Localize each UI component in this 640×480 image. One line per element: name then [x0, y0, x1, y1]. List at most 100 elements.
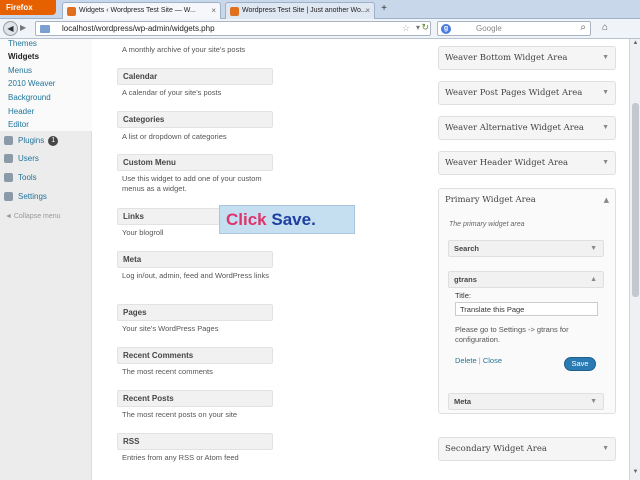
widget-description: Log in/out, admin, feed and WordPress li…	[122, 271, 270, 280]
title-label: Title:	[455, 291, 471, 300]
submenu-editor[interactable]: Editor	[8, 120, 29, 129]
sidebar-item-plugins[interactable]: Plugins 1	[0, 132, 92, 150]
toggle-arrow-icon[interactable]: ▼	[602, 438, 609, 460]
toggle-arrow-icon[interactable]: ▼	[602, 47, 609, 69]
sidebar-item-settings[interactable]: Settings	[0, 188, 92, 206]
widget-recent-posts[interactable]: Recent Posts	[117, 390, 273, 407]
submenu-themes[interactable]: Themes	[8, 39, 37, 48]
search-icon[interactable]: ⌕	[580, 22, 586, 33]
close-icon[interactable]: ×	[365, 3, 370, 19]
admin-sidebar: Themes Widgets Menus 2010 Weaver Backgro…	[0, 39, 92, 480]
widget-description: The most recent posts on your site	[122, 410, 238, 419]
scroll-down-icon[interactable]: ▼	[631, 469, 640, 479]
firefox-menu-button[interactable]: Firefox	[0, 0, 56, 15]
submenu-weaver[interactable]: 2010 Weaver	[8, 79, 55, 88]
widget-gtrans[interactable]: gtrans ▲	[448, 271, 604, 288]
widget-title: Meta	[454, 397, 472, 406]
toggle-arrow-icon[interactable]: ▼	[590, 394, 597, 410]
widget-meta-placed[interactable]: Meta ▼	[448, 393, 604, 410]
bookmark-star-icon[interactable]: ☆	[402, 23, 410, 34]
sidebar-item-tools[interactable]: Tools	[0, 169, 92, 187]
toggle-arrow-icon[interactable]: ▼	[602, 117, 609, 139]
widget-description: Your site's WordPress Pages	[122, 324, 219, 333]
page-scrollbar[interactable]: ▲ ▼	[629, 39, 640, 480]
wordpress-icon	[67, 7, 76, 16]
submenu-widgets[interactable]: Widgets	[8, 52, 39, 61]
sidebar-item-label: Settings	[18, 192, 47, 201]
close-link[interactable]: Close	[483, 356, 502, 365]
submenu-menus[interactable]: Menus	[8, 66, 32, 75]
update-count-badge: 1	[48, 136, 59, 146]
toggle-arrow-icon[interactable]: ▼	[602, 82, 609, 104]
tab-title: Widgets ‹ Wordpress Test Site — W...	[79, 7, 196, 14]
sidebar-item-label: Tools	[18, 173, 37, 182]
search-bar[interactable]: g Google ⌕	[437, 21, 591, 36]
close-icon[interactable]: ×	[211, 3, 216, 19]
scrollbar-thumb[interactable]	[632, 103, 639, 297]
site-identity-icon[interactable]	[40, 25, 50, 33]
reload-icon[interactable]: ↻	[421, 22, 429, 33]
url-bar[interactable]: localhost/wordpress/wp-admin/widgets.php…	[35, 21, 431, 36]
widget-description: Use this widget to add one of your custo…	[122, 174, 262, 193]
google-icon[interactable]: g	[441, 24, 451, 34]
available-widgets: A monthly archive of your site's posts C…	[117, 39, 275, 480]
tab-bar: Firefox Widgets ‹ Wordpress Test Site — …	[0, 0, 640, 19]
widget-area-title: Secondary Widget Area	[445, 444, 547, 454]
toggle-arrow-icon[interactable]: ▲	[590, 272, 597, 288]
widget-description: Entries from any RSS or Atom feed	[122, 453, 239, 462]
widget-meta[interactable]: Meta	[117, 251, 273, 268]
widget-search[interactable]: Search ▼	[448, 240, 604, 257]
widget-area-secondary[interactable]: Secondary Widget Area ▼	[438, 437, 616, 461]
plugin-icon	[4, 136, 13, 145]
widget-area-weaver-header[interactable]: Weaver Header Widget Area ▼	[438, 151, 616, 175]
sidebar-item-users[interactable]: Users	[0, 150, 92, 168]
widget-custom-menu[interactable]: Custom Menu	[117, 154, 273, 171]
search-placeholder: Google	[476, 24, 502, 33]
forward-icon[interactable]: ▶	[20, 23, 31, 34]
widget-area-title: Weaver Header Widget Area	[445, 158, 569, 168]
scroll-up-icon[interactable]: ▲	[631, 40, 640, 50]
tab-site[interactable]: Wordpress Test Site | Just another Wo...…	[225, 2, 375, 19]
url-text[interactable]: localhost/wordpress/wp-admin/widgets.php	[62, 24, 215, 33]
submenu-background[interactable]: Background	[8, 93, 51, 102]
wordpress-icon	[230, 7, 239, 16]
link-separator: |	[478, 356, 481, 365]
primary-title: Primary Widget Area	[445, 195, 536, 205]
widget-areas: Weaver Bottom Widget Area ▼ Weaver Post …	[438, 39, 616, 480]
widget-rss[interactable]: RSS	[117, 433, 273, 450]
config-note: Please go to Settings -> gtrans for conf…	[455, 325, 569, 344]
widget-area-weaver-post-pages[interactable]: Weaver Post Pages Widget Area ▼	[438, 81, 616, 105]
widget-recent-comments[interactable]: Recent Comments	[117, 347, 273, 364]
toggle-arrow-icon[interactable]: ▲	[604, 189, 609, 211]
home-icon[interactable]: ⌂	[598, 22, 612, 35]
sidebar-item-label: Users	[18, 154, 39, 163]
widget-calendar[interactable]: Calendar	[117, 68, 273, 85]
callout-word-save: Save.	[271, 210, 316, 229]
widget-description: A calendar of your site's posts	[122, 88, 222, 97]
widget-title: gtrans	[454, 275, 477, 284]
widget-title: Search	[454, 244, 480, 253]
widget-area-description: The primary widget area	[449, 221, 525, 228]
widget-area-weaver-alternative[interactable]: Weaver Alternative Widget Area ▼	[438, 116, 616, 140]
toggle-arrow-icon[interactable]: ▼	[590, 241, 597, 257]
appearance-submenu: Themes Widgets Menus 2010 Weaver Backgro…	[0, 39, 92, 131]
delete-link[interactable]: Delete	[455, 356, 477, 365]
title-input[interactable]	[455, 302, 598, 316]
history-dropdown-icon[interactable]: ▾	[416, 23, 420, 32]
widget-area-weaver-bottom[interactable]: Weaver Bottom Widget Area ▼	[438, 46, 616, 70]
widget-control-links: Delete | Close	[455, 356, 502, 365]
widget-pages[interactable]: Pages	[117, 304, 273, 321]
widget-area-title: Weaver Bottom Widget Area	[445, 53, 568, 63]
new-tab-button[interactable]: +	[377, 2, 391, 17]
save-button[interactable]: Save	[564, 357, 596, 371]
back-icon[interactable]: ◀	[3, 21, 18, 36]
collapse-menu-button[interactable]: ◄ Collapse menu	[5, 213, 61, 220]
toggle-arrow-icon[interactable]: ▼	[602, 152, 609, 174]
instruction-callout: Click Save.	[219, 205, 355, 234]
widget-area-title: Weaver Alternative Widget Area	[445, 123, 584, 133]
widget-area-title[interactable]: Primary Widget Area ▲	[439, 189, 615, 211]
widget-area-title: Weaver Post Pages Widget Area	[445, 88, 583, 98]
widget-categories[interactable]: Categories	[117, 111, 273, 128]
submenu-header[interactable]: Header	[8, 107, 34, 116]
tab-widgets[interactable]: Widgets ‹ Wordpress Test Site — W... ×	[62, 2, 221, 19]
